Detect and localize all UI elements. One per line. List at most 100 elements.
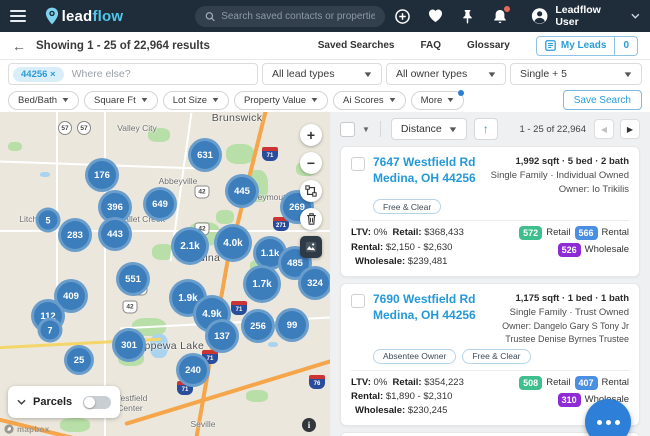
select-all-checkbox[interactable]: [340, 121, 355, 137]
where-else-placeholder: Where else?: [71, 68, 131, 80]
sort-direction-button[interactable]: ↑: [473, 118, 498, 140]
chevron-down-icon: [631, 13, 640, 19]
map-cluster[interactable]: 176: [85, 158, 119, 192]
chevron-down-icon: ▼: [387, 96, 398, 104]
saved-searches-link[interactable]: Saved Searches: [318, 40, 395, 51]
divider: [379, 121, 381, 137]
parcels-toggle[interactable]: [83, 395, 111, 409]
select-menu-chevron-icon[interactable]: ▼: [362, 125, 370, 134]
favorites-heart-icon[interactable]: [428, 8, 443, 24]
map[interactable]: Brunswick Valley City Abbeyville Weymouth Ma…: [0, 112, 330, 436]
map-pin-logo-icon: [45, 7, 58, 25]
draw-polygon-button[interactable]: [300, 180, 322, 202]
map-controls: + −: [300, 124, 322, 258]
zoom-out-button[interactable]: −: [300, 152, 322, 174]
pin-icon[interactable]: [460, 8, 475, 24]
map-place-label: Valley City: [117, 123, 157, 133]
lead-types-dropdown[interactable]: All lead types ▼: [262, 63, 382, 85]
rental-score-badge: 566: [574, 226, 598, 241]
back-arrow-icon[interactable]: ←: [12, 39, 26, 53]
map-cluster[interactable]: 240: [176, 353, 210, 387]
lot-size-filter[interactable]: Lot Size ▼: [162, 90, 229, 110]
map-cluster[interactable]: 443: [98, 217, 132, 251]
ai-scores-filter[interactable]: Ai Scores ▼: [333, 90, 406, 110]
property-types-dropdown[interactable]: Single + 5 ▼: [510, 63, 642, 85]
top-navbar: leadflow Leadflow User: [0, 0, 650, 32]
save-search-button[interactable]: Save Search: [562, 90, 642, 110]
property-owner: Owner: Io Trikilis: [558, 183, 629, 195]
map-cluster[interactable]: 4.0k: [214, 224, 252, 262]
map-cluster[interactable]: 324: [298, 266, 330, 300]
leadflow-logo[interactable]: leadflow: [44, 7, 124, 25]
search-input[interactable]: [221, 10, 376, 22]
leads-list-icon: [545, 40, 556, 51]
notifications-bell-icon[interactable]: [493, 6, 511, 24]
brand-lead: lead: [61, 7, 93, 25]
map-cluster[interactable]: 445: [225, 174, 259, 208]
property-address-line2[interactable]: Medina, OH 44256: [373, 308, 481, 324]
glossary-link[interactable]: Glossary: [467, 40, 510, 51]
financials: LTV: 0% Retail: $368,433 Rental: $2,150 …: [351, 227, 464, 267]
wholesale-score-badge: 526: [557, 243, 581, 258]
active-filter-dot: [458, 89, 465, 96]
bed-bath-filter[interactable]: Bed/Bath ▼: [8, 90, 80, 110]
location-chip-44256[interactable]: 44256 ×: [13, 66, 64, 82]
property-address-line1[interactable]: 7647 Westfield Rd: [373, 155, 481, 171]
road-shield-57: 57: [77, 121, 91, 135]
parcels-panel: Parcels: [8, 386, 120, 418]
satellite-view-button[interactable]: [300, 236, 322, 258]
listings-panel: ▼ Distance ▼ ↑ 1 - 25 of 22,964 ◀ ▶ 7647…: [330, 112, 650, 436]
chevron-down-icon: ▼: [622, 69, 634, 79]
property-type: Single Family · Individual Owned: [490, 169, 629, 181]
global-search[interactable]: [195, 5, 386, 27]
map-cluster[interactable]: 631: [188, 138, 222, 172]
chevron-down-icon: ▼: [309, 96, 320, 104]
retail-score-badge: 572: [519, 226, 543, 241]
map-cluster[interactable]: 2.1k: [171, 227, 209, 265]
property-checkbox[interactable]: [351, 294, 365, 309]
map-cluster[interactable]: 551: [116, 262, 150, 296]
zoom-in-button[interactable]: +: [300, 124, 322, 146]
lead-tag: Free & Clear: [373, 199, 442, 215]
property-checkbox[interactable]: [351, 157, 365, 171]
road-shield-76: 76: [309, 375, 325, 389]
property-address-line1[interactable]: 7690 Westfield Rd: [373, 292, 481, 308]
my-leads-label: My Leads: [560, 40, 607, 51]
sort-field-dropdown[interactable]: Distance ▼: [390, 118, 467, 140]
clear-drawing-button[interactable]: [300, 208, 322, 230]
faq-link[interactable]: FAQ: [420, 40, 441, 51]
location-search-field[interactable]: 44256 × Where else?: [8, 63, 258, 85]
menu-icon[interactable]: [10, 10, 26, 22]
map-cluster[interactable]: 137: [205, 319, 239, 353]
square-ft-filter[interactable]: Square Ft ▼: [84, 90, 158, 110]
next-page-button[interactable]: ▶: [620, 119, 640, 139]
map-cluster[interactable]: 283: [58, 218, 92, 252]
my-leads-button[interactable]: My Leads 0: [535, 35, 638, 56]
map-cluster[interactable]: 5: [35, 207, 61, 233]
more-filters[interactable]: More ▼: [410, 89, 465, 110]
map-cluster[interactable]: 649: [143, 187, 177, 221]
parcels-label: Parcels: [33, 396, 73, 408]
owner-types-dropdown[interactable]: All owner types ▼: [386, 63, 506, 85]
avatar-icon: [531, 8, 548, 24]
map-cluster[interactable]: 99: [275, 308, 309, 342]
prev-page-button[interactable]: ◀: [594, 119, 614, 139]
map-cluster[interactable]: 25: [64, 345, 94, 375]
map-place-label: Brunswick: [211, 112, 263, 124]
results-count: Showing 1 - 25 of 22,964 results: [36, 39, 210, 52]
user-menu[interactable]: Leadflow User: [531, 4, 640, 28]
chevron-down-icon[interactable]: [17, 399, 26, 405]
map-cluster[interactable]: 301: [112, 328, 146, 362]
chevron-down-icon: ▼: [210, 96, 221, 104]
map-info-button[interactable]: i: [302, 418, 316, 432]
polygon-draw-icon: [305, 185, 317, 197]
add-icon[interactable]: [395, 8, 411, 24]
chevron-down-icon: ▼: [447, 124, 459, 134]
property-address-line2[interactable]: Medina, OH 44256: [373, 171, 481, 187]
map-cluster[interactable]: 1.7k: [243, 265, 281, 303]
property-value-filter[interactable]: Property Value ▼: [233, 90, 329, 110]
chevron-down-icon: ▼: [486, 69, 498, 79]
map-cluster[interactable]: 7: [37, 317, 63, 343]
chevron-down-icon: ▼: [60, 96, 71, 104]
map-cluster[interactable]: 256: [241, 309, 275, 343]
